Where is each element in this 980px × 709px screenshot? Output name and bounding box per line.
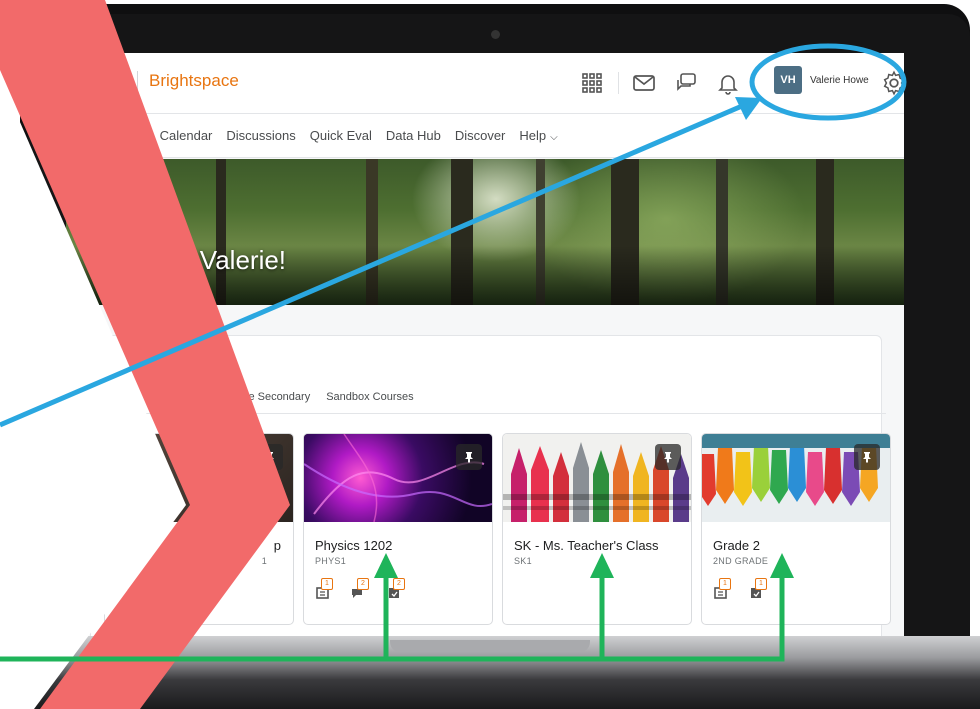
pin-icon[interactable] bbox=[854, 444, 880, 470]
nav-quick-eval[interactable]: Quick Eval bbox=[310, 128, 372, 143]
welcome-banner bbox=[66, 159, 904, 305]
logo-separator bbox=[137, 71, 138, 91]
course-title: p bbox=[273, 538, 281, 553]
laptop-notch bbox=[390, 640, 590, 652]
course-code: SK1 bbox=[514, 556, 532, 566]
course-image bbox=[304, 434, 492, 522]
pin-icon[interactable] bbox=[655, 444, 681, 470]
bell-icon[interactable] bbox=[716, 71, 740, 95]
course-image bbox=[702, 434, 890, 522]
notification-badges: 1 2 2 bbox=[314, 578, 492, 602]
gear-icon[interactable] bbox=[881, 70, 904, 96]
grid-icon[interactable] bbox=[580, 71, 604, 95]
topbar-divider bbox=[618, 72, 619, 94]
quizzes-icon[interactable]: 2 bbox=[386, 578, 408, 602]
tab-brightspace-secondary[interactable]: Brightspace Secondary bbox=[196, 391, 310, 403]
course-code: PHYS1 bbox=[315, 556, 347, 566]
nav-help-label: Help bbox=[519, 128, 547, 143]
course-tabs: ntary Brightspace Secondary Sandbox Cour… bbox=[156, 391, 430, 403]
course-code: 1 bbox=[261, 556, 267, 566]
course-image bbox=[105, 434, 293, 522]
course-card[interactable]: p 1 bbox=[104, 433, 294, 625]
quizzes-icon[interactable]: 1 bbox=[748, 578, 770, 602]
notification-badges: 1 1 bbox=[712, 578, 890, 602]
nav-discussions[interactable]: Discussions bbox=[226, 128, 295, 143]
d2l-logo[interactable]: D2L bbox=[102, 71, 134, 91]
tab-sandbox-courses[interactable]: Sandbox Courses bbox=[326, 391, 413, 403]
course-image bbox=[503, 434, 691, 522]
nav-calendar[interactable]: Calendar bbox=[160, 128, 213, 143]
course-title: SK - Ms. Teacher's Class bbox=[514, 538, 659, 553]
badge-count: 1 bbox=[719, 578, 731, 590]
assignments-icon[interactable]: 1 bbox=[712, 578, 734, 602]
pin-icon[interactable] bbox=[257, 444, 283, 470]
course-card[interactable]: SK - Ms. Teacher's Class SK1 bbox=[502, 433, 692, 625]
nav-bar: My Home Calendar Discussions Quick Eval … bbox=[66, 114, 904, 158]
nav-discover[interactable]: Discover bbox=[455, 128, 506, 143]
chat-icon[interactable] bbox=[674, 71, 698, 95]
tab-elementary[interactable]: ntary bbox=[156, 391, 180, 403]
badge-count: 1 bbox=[755, 578, 767, 590]
webcam bbox=[491, 30, 500, 39]
mail-icon[interactable] bbox=[632, 71, 656, 95]
course-card[interactable]: Physics 1202 PHYS1 1 2 2 bbox=[303, 433, 493, 625]
course-card[interactable]: Grade 2 2ND GRADE 1 1 bbox=[701, 433, 891, 625]
brightspace-logo[interactable]: Brightspace bbox=[149, 71, 239, 91]
user-menu[interactable]: VH Valerie Howe bbox=[774, 66, 869, 94]
pin-icon[interactable] bbox=[456, 444, 482, 470]
nav-data-hub[interactable]: Data Hub bbox=[386, 128, 441, 143]
course-title: Physics 1202 bbox=[315, 538, 393, 553]
browser-screen: D2L Brightspace VH Valerie Howe My Home … bbox=[66, 53, 904, 636]
nav-help[interactable]: Help ⌵ bbox=[519, 128, 557, 143]
tabs-divider bbox=[106, 413, 886, 414]
assignments-icon[interactable]: 1 bbox=[314, 578, 336, 602]
discussions-icon[interactable]: 2 bbox=[350, 578, 372, 602]
badge-count: 2 bbox=[393, 578, 405, 590]
badge-count: 1 bbox=[321, 578, 333, 590]
course-title: Grade 2 bbox=[713, 538, 760, 553]
user-name: Valerie Howe bbox=[810, 74, 869, 86]
avatar: VH bbox=[774, 66, 802, 94]
top-bar: D2L Brightspace VH Valerie Howe bbox=[66, 53, 904, 114]
chevron-down-icon[interactable]: ⌄ bbox=[216, 349, 227, 365]
course-code: 2ND GRADE bbox=[713, 556, 769, 566]
nav-my-home[interactable]: My Home bbox=[90, 128, 146, 143]
badge-count: 2 bbox=[357, 578, 369, 590]
chevron-down-icon: ⌵ bbox=[550, 132, 558, 143]
welcome-heading: lcome, Valerie! bbox=[116, 245, 287, 275]
